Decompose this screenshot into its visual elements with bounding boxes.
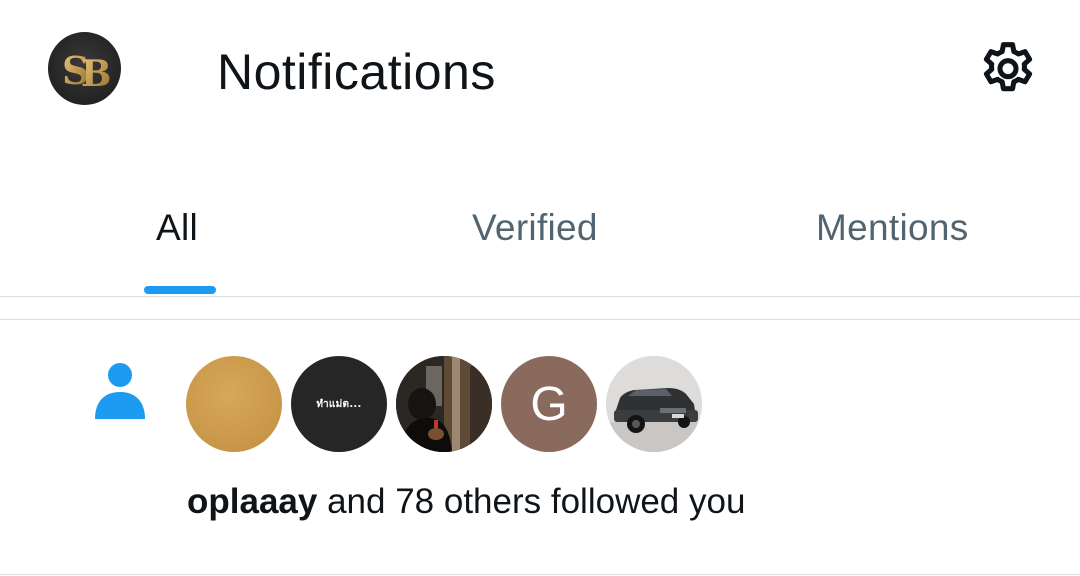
notification-tabs: All Verified Mentions <box>0 180 1080 296</box>
tab-mentions-label: Mentions <box>816 207 969 248</box>
follower-avatar[interactable]: ทำแม่ต... <box>291 356 387 452</box>
tab-all-label: All <box>156 207 199 248</box>
page-title: Notifications <box>217 44 496 100</box>
account-avatar[interactable]: S B <box>48 32 121 105</box>
follower-avatar[interactable] <box>396 356 492 452</box>
photo-image <box>396 356 492 452</box>
avatar-letter: G <box>530 377 568 431</box>
car-image <box>606 356 702 452</box>
tab-mentions[interactable]: Mentions <box>720 180 1080 296</box>
notification-message-text: and 78 others followed you <box>317 482 746 521</box>
follow-notification[interactable]: ทำแม่ต... G oplaaay and 78 others follow… <box>0 320 1080 574</box>
active-tab-indicator <box>144 286 216 294</box>
follower-avatar[interactable] <box>186 356 282 452</box>
follower-username[interactable]: oplaaay <box>187 482 317 521</box>
notification-divider <box>0 574 1080 575</box>
sb-logo-icon: S B <box>62 48 111 95</box>
follower-avatar[interactable]: G <box>501 356 597 452</box>
tab-verified[interactable]: Verified <box>360 180 720 296</box>
settings-button[interactable] <box>972 36 1044 104</box>
notification-message: oplaaay and 78 others followed you <box>187 480 745 524</box>
tabs-divider <box>0 296 1080 297</box>
notifications-screen: S B Notifications All Verified Mentions <box>0 0 1080 576</box>
follower-avatar[interactable] <box>606 356 702 452</box>
gear-icon <box>983 42 1033 92</box>
person-icon <box>95 363 145 419</box>
avatar-caption: ทำแม่ต... <box>316 398 362 410</box>
tab-all[interactable]: All <box>0 180 360 296</box>
svg-text:B: B <box>81 53 111 95</box>
tab-verified-label: Verified <box>472 207 598 248</box>
